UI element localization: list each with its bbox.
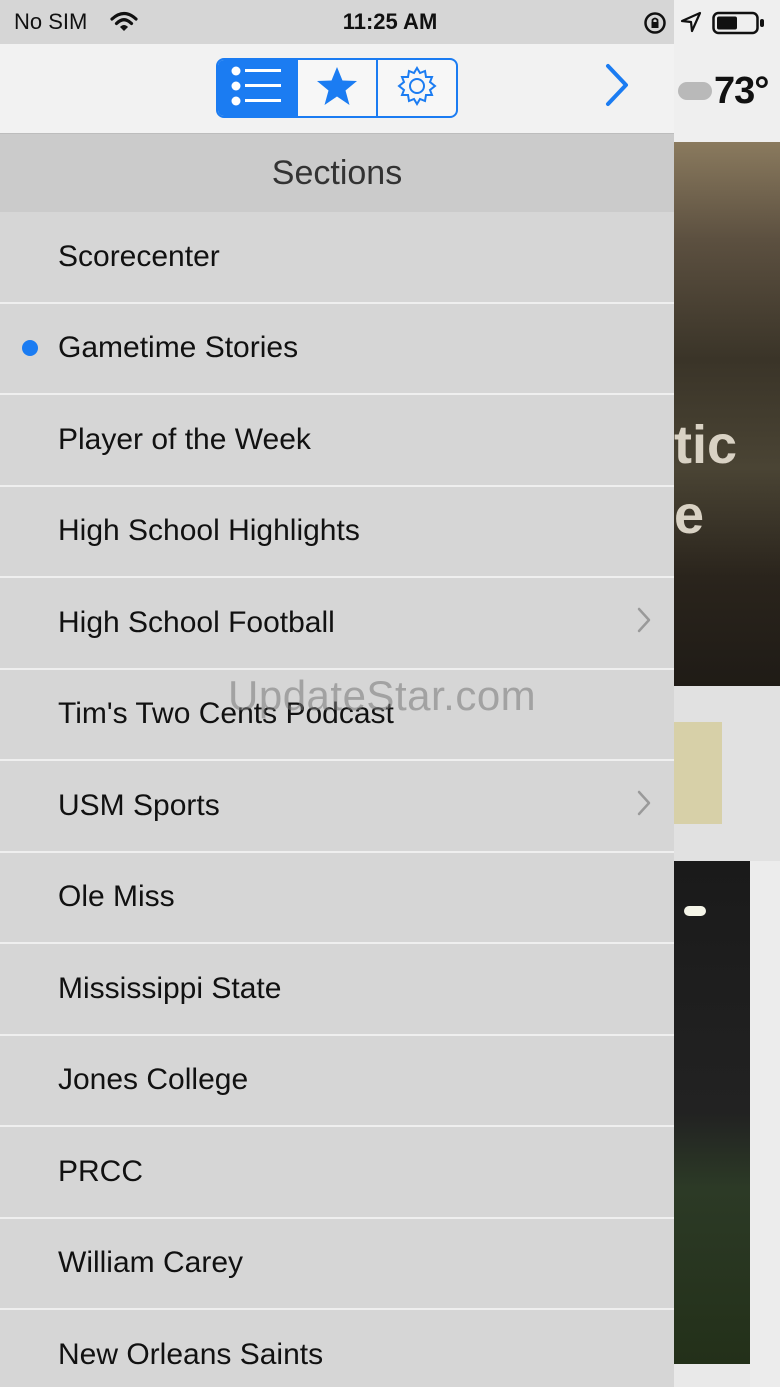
background-hero-text: tic e xyxy=(674,415,738,545)
section-row-label: PRCC xyxy=(58,1154,144,1188)
sections-header: Sections xyxy=(0,134,674,212)
section-row[interactable]: Scorecenter xyxy=(0,212,674,304)
section-row-label: Player of the Week xyxy=(58,422,311,456)
stadium-light xyxy=(684,906,706,916)
section-row[interactable]: Player of the Week xyxy=(0,395,674,487)
section-row[interactable]: Ole Miss xyxy=(0,852,674,944)
section-row[interactable]: USM Sports xyxy=(0,761,674,853)
section-row[interactable]: Mississippi State xyxy=(0,944,674,1036)
sections-drawer: Sections Scorecenter Gametime Stories Play… xyxy=(0,0,674,1387)
section-row[interactable]: William Carey xyxy=(0,1218,674,1310)
segment-favorites[interactable] xyxy=(298,60,378,116)
segment-settings[interactable] xyxy=(378,60,456,116)
cloud-icon xyxy=(678,82,712,100)
section-row-label: New Orleans Saints xyxy=(58,1337,324,1371)
weather-temperature: 73° xyxy=(714,70,769,112)
segment-sections[interactable] xyxy=(218,60,298,116)
section-row[interactable]: Jones College xyxy=(0,1035,674,1127)
forward-button[interactable] xyxy=(600,62,634,112)
rotation-lock-icon xyxy=(643,11,667,40)
section-row[interactable]: Gametime Stories xyxy=(0,303,674,395)
selected-dot-icon xyxy=(22,340,38,357)
view-segmented-control[interactable] xyxy=(216,58,458,118)
section-row-label: Ole Miss xyxy=(58,880,175,914)
section-row-label: Gametime Stories xyxy=(58,331,299,365)
background-video-thumbnail[interactable] xyxy=(674,861,750,1364)
list-icon xyxy=(230,64,284,113)
section-row[interactable]: High School Highlights xyxy=(0,486,674,578)
background-side-strip xyxy=(750,861,780,1387)
gear-icon xyxy=(395,64,439,113)
status-bar: No SIM 11:25 AM xyxy=(0,0,780,44)
section-row-label: Jones College xyxy=(58,1063,249,1097)
section-row[interactable]: High School Football xyxy=(0,578,674,670)
watermark: UpdateStar.com xyxy=(228,672,537,719)
section-row-label: High School Highlights xyxy=(58,514,360,548)
section-row-label: Mississippi State xyxy=(58,971,282,1005)
section-row-label: USM Sports xyxy=(58,788,220,822)
chevron-right-icon xyxy=(636,789,652,822)
section-list: Scorecenter Gametime Stories Player of the… xyxy=(0,212,674,1387)
section-row-label: William Carey xyxy=(58,1246,244,1280)
sections-title: Sections xyxy=(271,153,403,192)
background-ad-image[interactable] xyxy=(674,722,722,824)
section-row[interactable]: PRCC xyxy=(0,1127,674,1219)
chevron-right-icon xyxy=(636,606,652,639)
section-row-label: High School Football xyxy=(58,605,335,639)
section-row-label: Scorecenter xyxy=(58,239,220,273)
location-icon xyxy=(680,11,702,38)
battery-icon xyxy=(712,11,766,40)
chevron-right-icon xyxy=(604,63,630,112)
drawer-nav-bar xyxy=(0,44,674,134)
star-icon xyxy=(315,64,359,113)
section-row[interactable]: New Orleans Saints xyxy=(0,1310,674,1387)
